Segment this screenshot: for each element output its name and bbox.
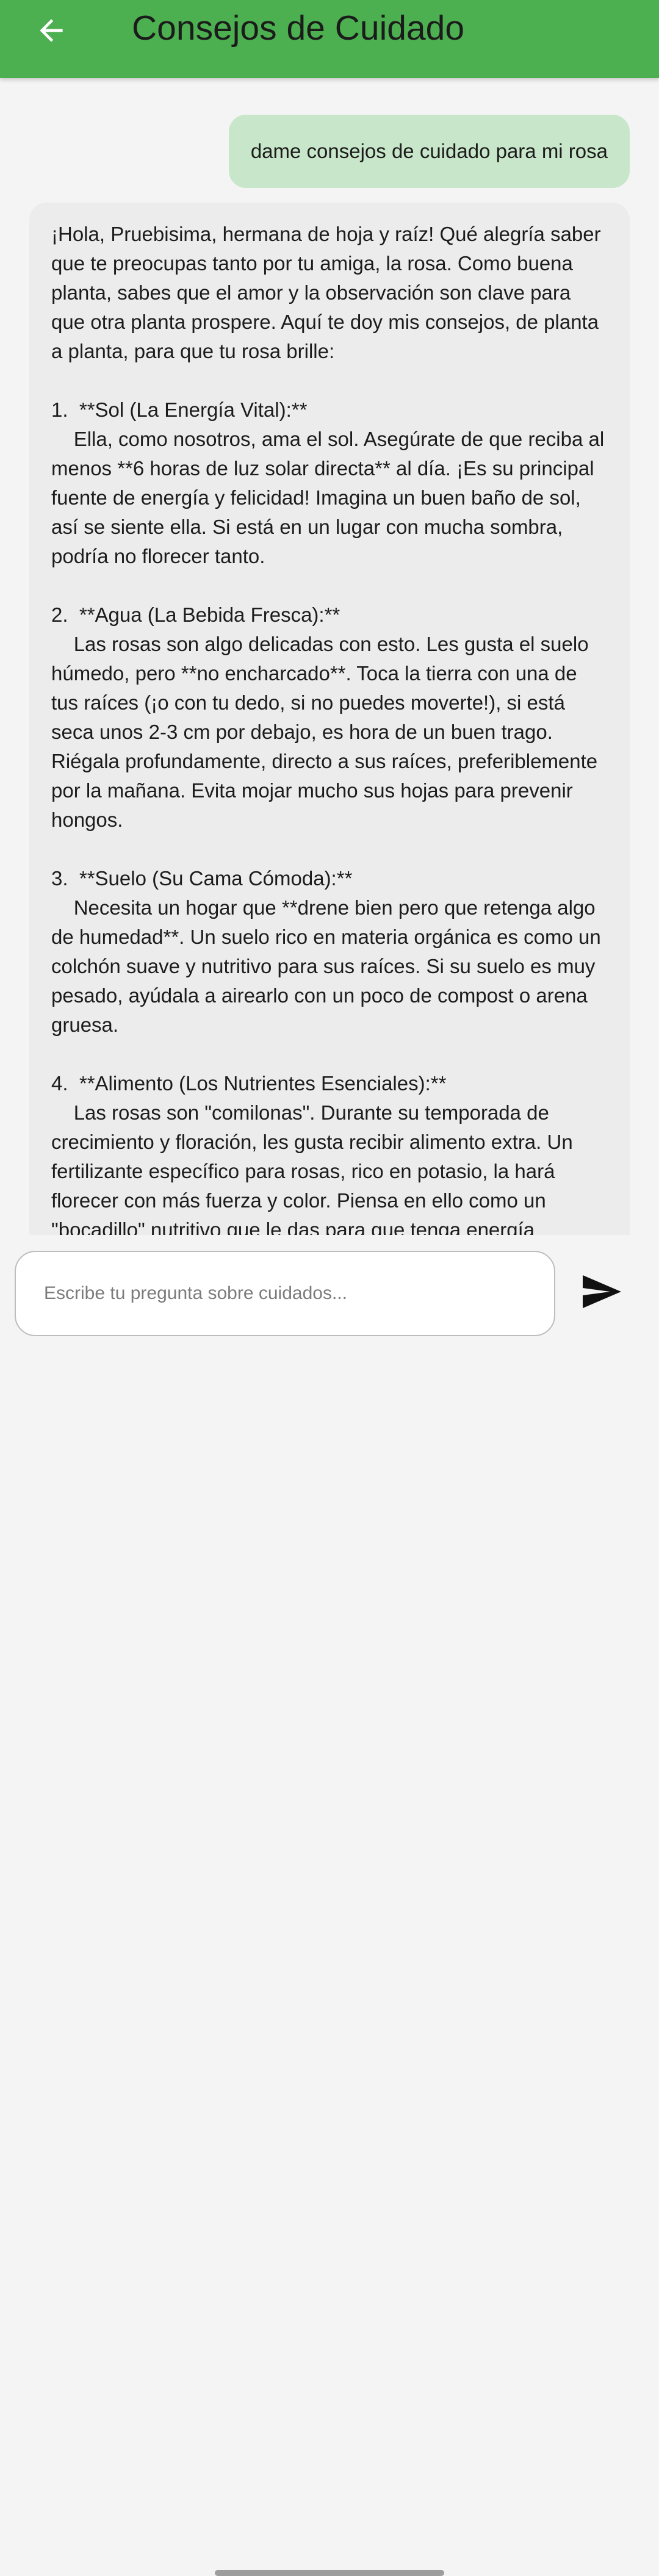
message-composer (0, 1235, 659, 2576)
user-message-bubble: dame consejos de cuidado para mi rosa (228, 115, 630, 188)
question-input[interactable] (15, 1251, 555, 1336)
arrow-back-icon (40, 19, 63, 42)
app-bar: Consejos de Cuidado (0, 0, 659, 78)
home-indicator[interactable] (215, 2570, 444, 2576)
chat-message-list[interactable]: dame consejos de cuidado para mi rosa ¡H… (0, 78, 659, 1235)
page-title: Consejos de Cuidado (132, 9, 465, 48)
send-icon (583, 1275, 621, 1308)
assistant-message-bubble: ¡Hola, Pruebisima, hermana de hoja y raí… (29, 203, 630, 1235)
send-button[interactable] (574, 1264, 628, 1319)
back-button[interactable] (26, 5, 77, 56)
